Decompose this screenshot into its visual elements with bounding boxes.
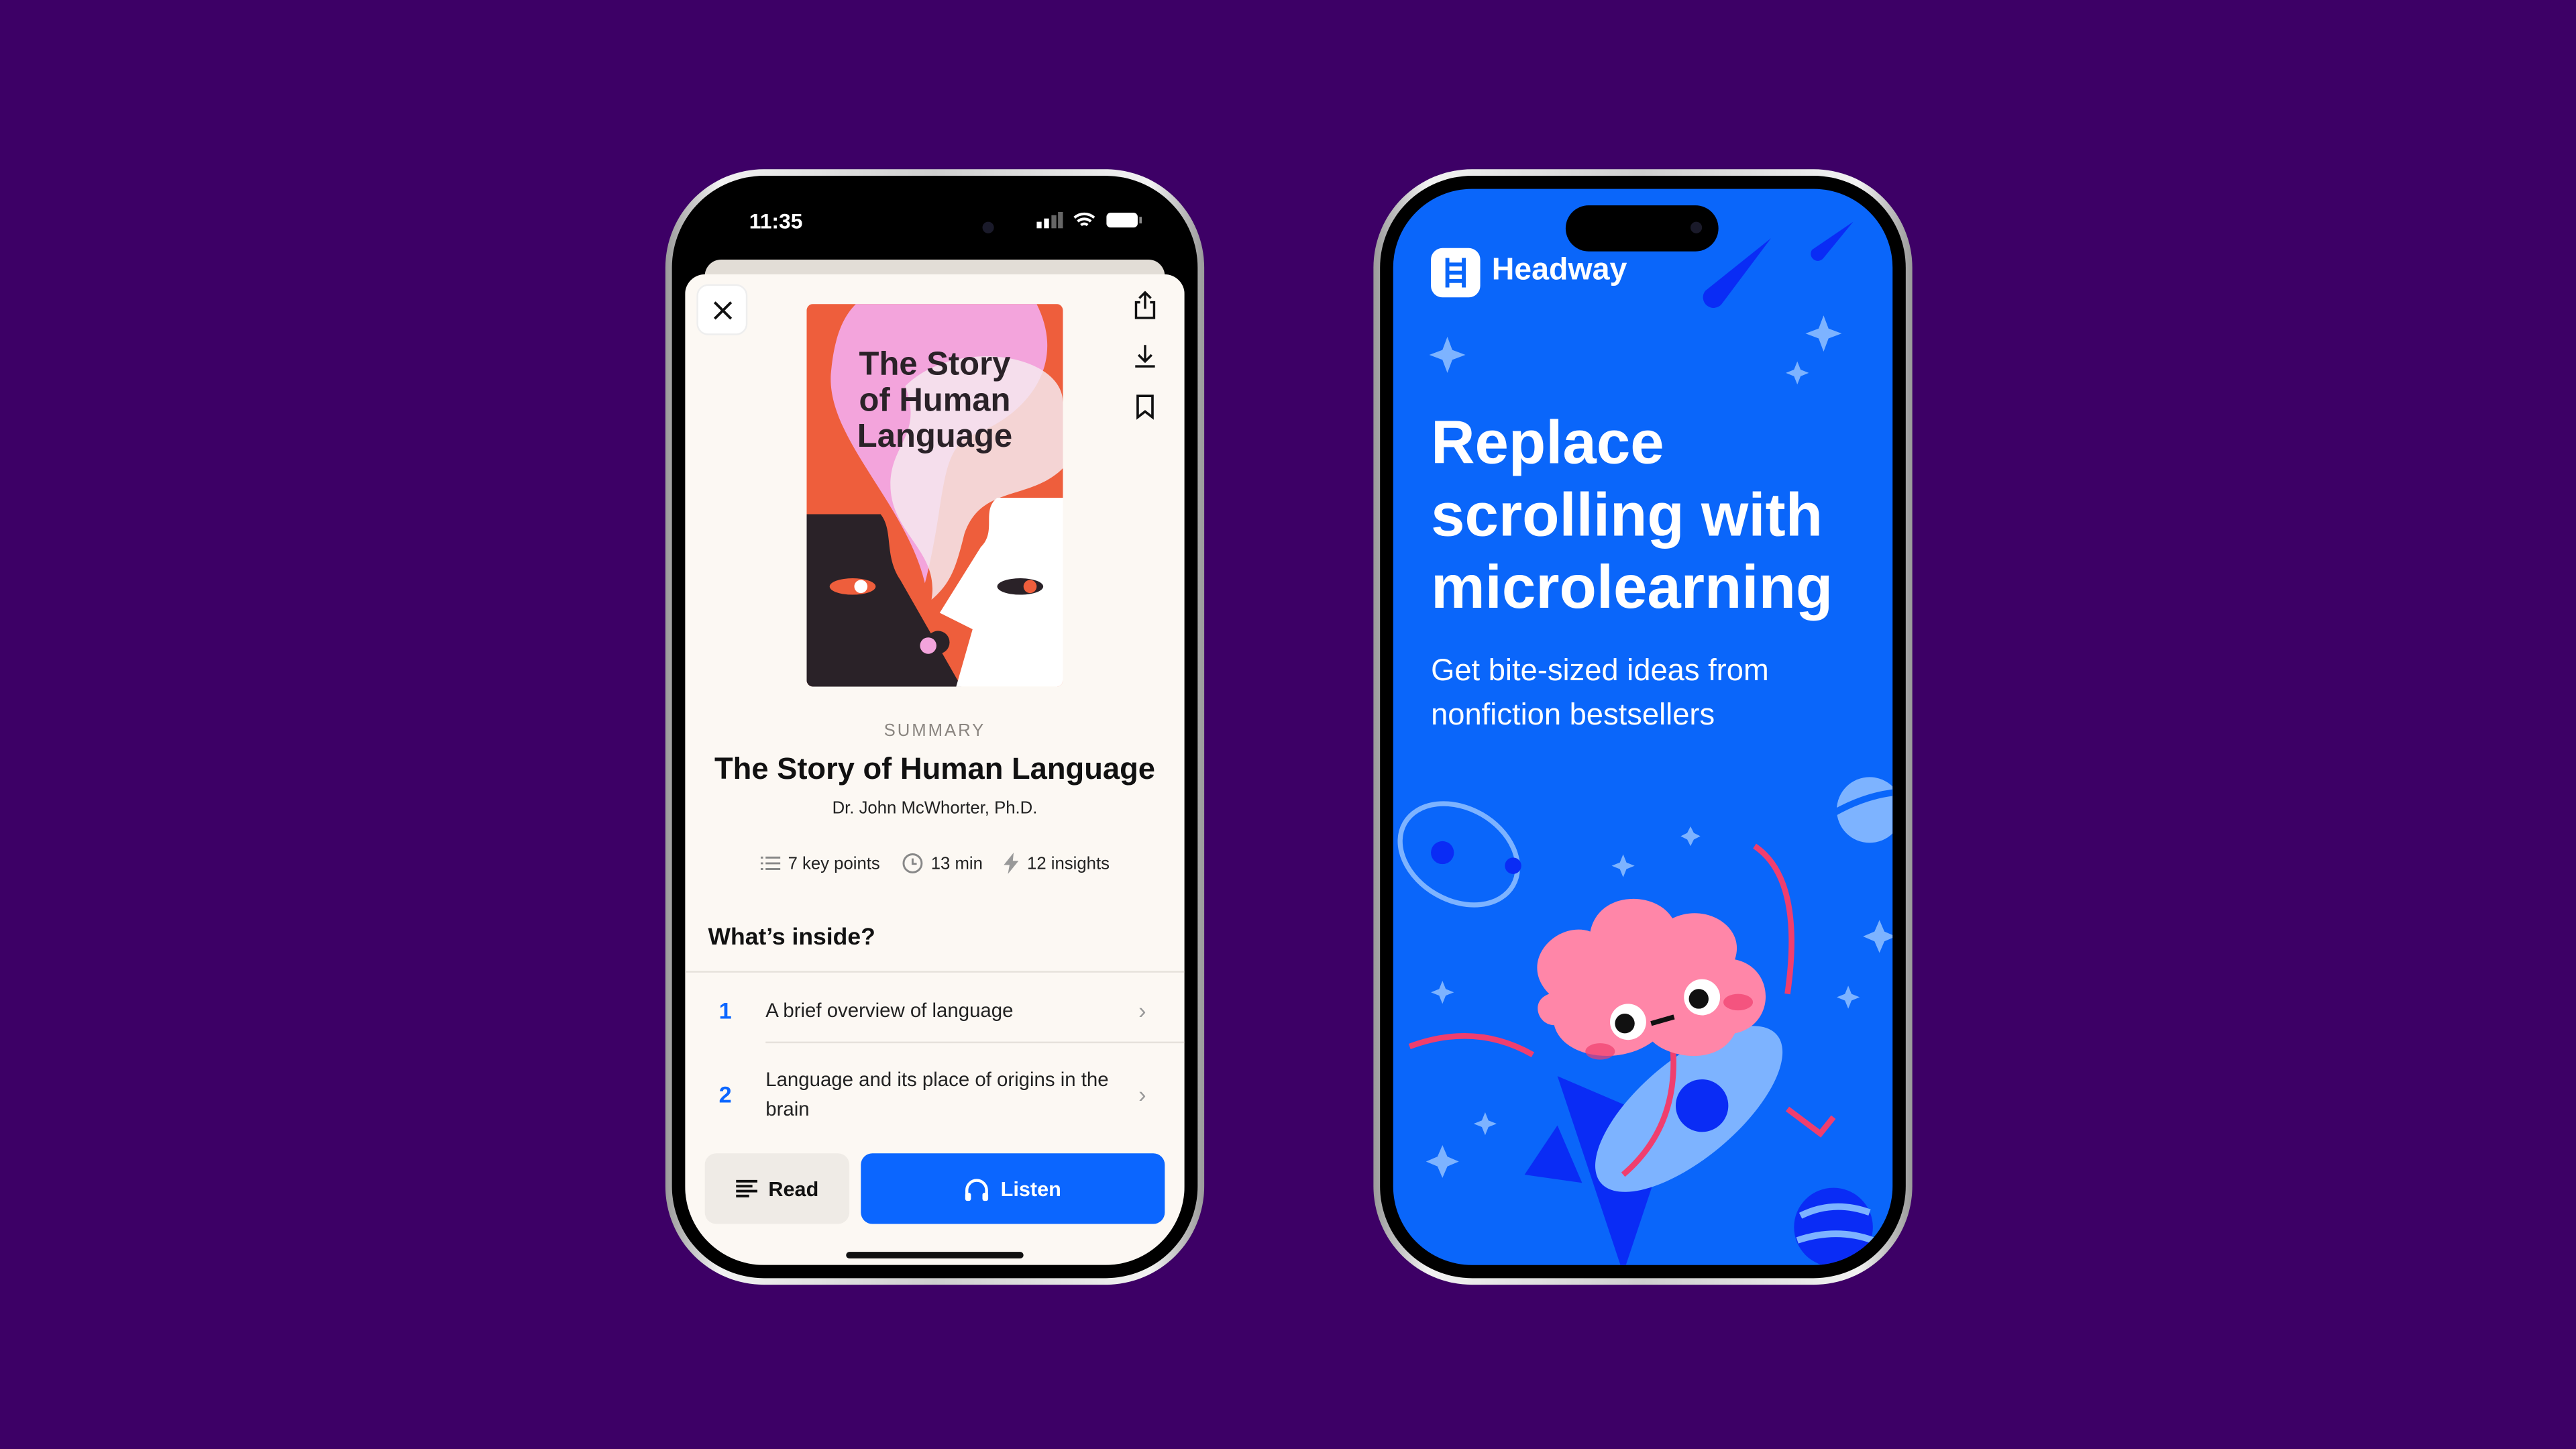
status-icons [1036, 211, 1142, 229]
chapter-title: Language and its place of origins in the… [765, 1067, 1109, 1121]
list-icon [759, 856, 780, 870]
subtitle-line: Get bite-sized ideas from [1431, 652, 1769, 687]
download-icon[interactable] [1134, 341, 1157, 371]
section-title: What’s inside? [708, 924, 875, 951]
sparkle-icon [1805, 315, 1842, 352]
chapter-item[interactable]: 2 Language and its place of origins in t… [685, 1063, 1184, 1126]
divider [685, 971, 1185, 973]
brand-name: Headway [1491, 253, 1627, 288]
chevron-right-icon: › [1138, 997, 1146, 1024]
screen: Headway Replace scrolling with microlear… [1393, 189, 1893, 1265]
chapter-number: 1 [718, 997, 732, 1024]
book-cover[interactable]: The Story of Human Language [806, 304, 1063, 687]
battery-icon [1106, 213, 1142, 228]
screen: 11:35 The Story of Human Language SUMMAR… [685, 189, 1185, 1265]
meta-duration: 13 min [930, 853, 983, 873]
listen-label: Listen [1000, 1177, 1061, 1200]
book-author: Dr. John McWhorter, Ph.D. [832, 798, 1038, 818]
text-lines-icon [735, 1179, 757, 1197]
read-label: Read [768, 1177, 819, 1200]
wifi-icon [1073, 212, 1095, 227]
status-time: 11:35 [749, 209, 803, 233]
promo-subtitle: Get bite-sized ideas from nonfiction bes… [1431, 647, 1769, 736]
clock-icon [902, 853, 922, 873]
chapter-number: 2 [718, 1081, 732, 1108]
chapter-title: A brief overview of language [765, 998, 1014, 1022]
bookmark-icon[interactable] [1134, 392, 1157, 422]
promo-headline: Replace scrolling with microlearning [1431, 407, 1833, 624]
headline-line: microlearning [1431, 553, 1833, 621]
cover-title-line: of Human [859, 382, 1011, 419]
lightning-icon [1004, 853, 1019, 874]
phone-promo: Headway Replace scrolling with microlear… [1373, 169, 1913, 1285]
book-meta: 7 key points 13 min 12 insights [685, 853, 1184, 874]
meta-key-points: 7 key points [788, 853, 880, 873]
summary-kicker: SUMMARY [883, 721, 986, 741]
sparkle-icon [1786, 361, 1809, 385]
cover-title-line: Language [857, 419, 1013, 455]
dynamic-island [1565, 205, 1719, 252]
headphones-icon [965, 1178, 989, 1200]
phone-book-summary: 11:35 The Story of Human Language SUMMAR… [665, 169, 1205, 1285]
subtitle-line: nonfiction bestsellers [1431, 696, 1715, 731]
divider [765, 1041, 1185, 1044]
read-button[interactable]: Read [704, 1153, 850, 1224]
headline-line: scrolling with [1431, 481, 1823, 549]
ladder-icon [1445, 258, 1466, 288]
summary-sheet: The Story of Human Language SUMMARY The … [685, 274, 1185, 1265]
dynamic-island [857, 205, 1011, 252]
cover-title-line: The Story [859, 346, 1011, 383]
book-title: The Story of Human Language [714, 751, 1155, 786]
home-indicator [846, 1252, 1024, 1258]
close-icon [712, 301, 731, 319]
sparkle-icon [1429, 337, 1466, 373]
headline-line: Replace [1431, 409, 1664, 477]
listen-button[interactable]: Listen [861, 1153, 1165, 1224]
chevron-right-icon: › [1138, 1081, 1146, 1108]
share-icon[interactable] [1134, 290, 1157, 320]
signal-icon [1036, 211, 1063, 229]
meta-insights: 12 insights [1027, 853, 1110, 873]
headway-logo [1431, 248, 1481, 298]
chapter-item[interactable]: 1 A brief overview of language › [685, 989, 1184, 1032]
close-button[interactable] [696, 284, 748, 335]
